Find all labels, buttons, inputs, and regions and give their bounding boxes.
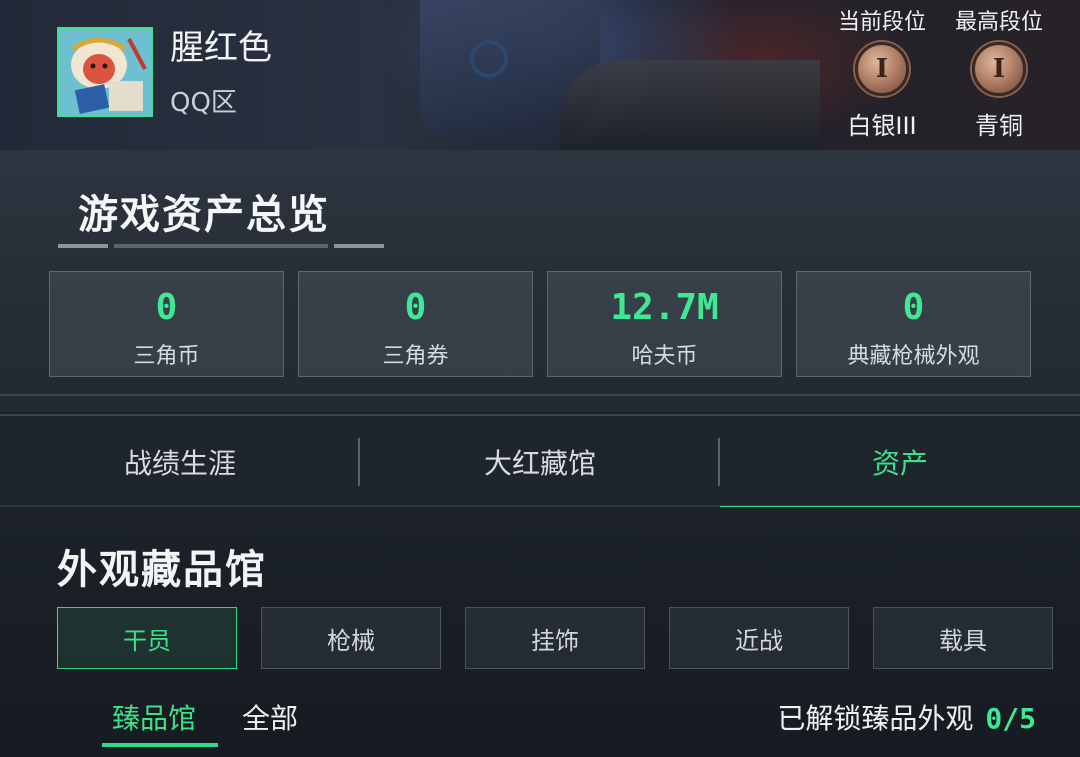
header-art-wheel — [470, 40, 508, 78]
tab-career[interactable]: 战绩生涯 — [0, 416, 360, 507]
current-rank-value: 白银III — [847, 112, 917, 140]
asset-overview: 游戏资产总览 0 三角币 0 三角券 12.7M 哈夫币 0 典藏枪械外观 — [0, 150, 1080, 412]
filter-charms[interactable]: 挂饰 — [465, 607, 645, 669]
tab-red-collection[interactable]: 大红藏馆 — [360, 416, 720, 507]
asset-card-value: 0 — [404, 287, 427, 328]
overview-divider — [0, 394, 1080, 396]
unlock-progress: 已解锁臻品外观 0/5 — [777, 697, 1036, 737]
overview-title: 游戏资产总览 — [78, 192, 330, 238]
asset-cards: 0 三角币 0 三角券 12.7M 哈夫币 0 典藏枪械外观 — [49, 271, 1031, 377]
asset-card-value: 0 — [902, 287, 925, 328]
profile-header: 腥红色 QQ区 当前段位 I 白银III 最高段位 I 青铜 — [0, 0, 1080, 150]
asset-card-value: 0 — [155, 287, 178, 328]
asset-card-label: 三角币 — [133, 344, 200, 369]
unlock-count: 0/5 — [985, 702, 1036, 735]
highest-rank-heading: 最高段位 — [954, 10, 1043, 35]
tab-assets[interactable]: 资产 — [720, 416, 1080, 509]
highest-rank-value: 青铜 — [975, 112, 1023, 140]
title-divider — [58, 244, 384, 248]
asset-card-collector-skins[interactable]: 0 典藏枪械外观 — [796, 271, 1031, 377]
asset-card-label: 三角券 — [382, 344, 449, 369]
current-rank: 当前段位 I 白银III — [822, 0, 942, 141]
collection-subtabs: 臻品馆 全部 — [101, 697, 298, 747]
region-label: QQ区 — [170, 88, 237, 118]
highest-rank: 最高段位 I 青铜 — [939, 0, 1059, 141]
asset-card-label: 典藏枪械外观 — [847, 344, 980, 369]
subtab-premium[interactable]: 臻品馆 — [101, 697, 219, 747]
current-rank-heading: 当前段位 — [837, 10, 926, 35]
asset-card-triangle-coin[interactable]: 0 三角币 — [49, 271, 284, 377]
filter-melee[interactable]: 近战 — [669, 607, 849, 669]
subtab-all[interactable]: 全部 — [242, 697, 298, 747]
asset-card-label: 哈夫币 — [631, 344, 698, 369]
asset-card-triangle-voucher[interactable]: 0 三角券 — [298, 271, 533, 377]
header-art-shoulder — [560, 60, 820, 150]
nickname: 腥红色 — [170, 28, 272, 68]
asset-card-value: 12.7M — [610, 287, 719, 328]
unlock-label: 已解锁臻品外观 — [777, 702, 974, 735]
monkey-king-avatar-icon — [59, 29, 151, 115]
category-filters: 干员 枪械 挂饰 近战 载具 — [57, 607, 1053, 669]
avatar[interactable] — [57, 27, 153, 117]
asset-card-haf-coin[interactable]: 12.7M 哈夫币 — [547, 271, 782, 377]
filter-vehicles[interactable]: 载具 — [873, 607, 1053, 669]
bronze-rank-badge-icon: I — [972, 42, 1026, 96]
filter-weapons[interactable]: 枪械 — [261, 607, 441, 669]
silver-rank-badge-icon: I — [855, 42, 909, 96]
main-tabs: 战绩生涯 大红藏馆 资产 — [0, 414, 1080, 509]
filter-operators[interactable]: 干员 — [57, 607, 237, 669]
collection-title: 外观藏品馆 — [57, 547, 267, 593]
skin-collection: 外观藏品馆 干员 枪械 挂饰 近战 载具 臻品馆 全部 已解锁臻品外观 0/5 — [0, 507, 1080, 757]
